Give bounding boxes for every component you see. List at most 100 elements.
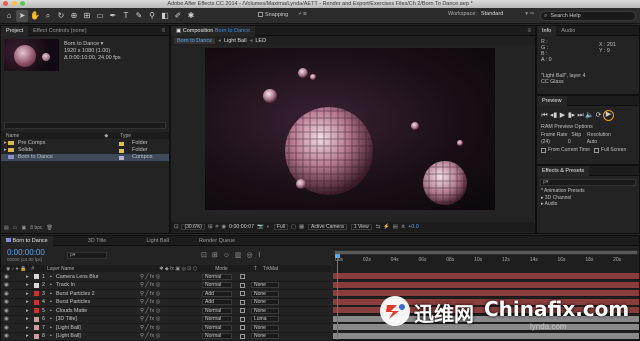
- blend-mode-dropdown[interactable]: Add: [202, 290, 232, 297]
- work-area-bar[interactable]: [333, 250, 639, 255]
- label-color-swatch[interactable]: [34, 316, 39, 322]
- disclosure-triangle-icon[interactable]: ▸: [26, 315, 31, 324]
- rectangle-tool-icon[interactable]: ▭: [94, 10, 106, 22]
- play-pause-icon[interactable]: ▶: [558, 111, 567, 120]
- timeline-icon[interactable]: ▤: [393, 224, 398, 230]
- tab-audio[interactable]: Audio: [556, 26, 580, 36]
- mask-icon[interactable]: ◉: [221, 224, 226, 230]
- loop-icon[interactable]: ⟳: [594, 111, 603, 120]
- bpc-toggle[interactable]: 8 bpc: [30, 225, 42, 231]
- new-folder-icon[interactable]: ▭: [13, 225, 18, 231]
- tab-effect-controls[interactable]: Effect Controls (none): [28, 26, 91, 36]
- preserve-transparency-checkbox[interactable]: [240, 299, 245, 305]
- list-item[interactable]: ▸ Audio: [541, 201, 639, 208]
- motion-blur-icon[interactable]: ◎: [247, 251, 253, 259]
- blend-mode-dropdown[interactable]: Normal: [202, 282, 232, 289]
- full-screen-checkbox[interactable]: [593, 147, 599, 153]
- tab-render-queue[interactable]: Render Queue: [194, 236, 240, 246]
- track-matte-dropdown[interactable]: None: [251, 307, 279, 314]
- layer-duration-bar[interactable]: [333, 281, 639, 289]
- layer-name[interactable]: [3D Title]: [56, 315, 140, 324]
- breadcrumb-born-to-dance[interactable]: Born to Dance: [174, 37, 216, 44]
- search-help-field[interactable]: ⌕ Search Help: [540, 11, 636, 21]
- always-preview-icon[interactable]: ⊡: [174, 224, 178, 230]
- panel-menu-icon[interactable]: ≡: [161, 28, 165, 34]
- time-ruler[interactable]: 00s 02s 04s 06s 08s 10s 12s 14s 16s 18s 20s: [333, 256, 639, 264]
- layer-name[interactable]: Track In: [56, 281, 140, 290]
- flowchart-icon[interactable]: ⋔: [401, 224, 405, 230]
- track-matte-dropdown[interactable]: None: [251, 282, 279, 289]
- label-color-swatch[interactable]: [34, 308, 39, 314]
- snapping-checkbox[interactable]: [258, 12, 263, 17]
- tab-preview[interactable]: Preview: [537, 95, 567, 106]
- preserve-transparency-checkbox[interactable]: [240, 308, 245, 314]
- blend-mode-dropdown[interactable]: Normal: [202, 333, 232, 340]
- tab-light-ball[interactable]: Light Ball: [141, 236, 174, 246]
- label-color-swatch[interactable]: [119, 141, 124, 146]
- resolution-value-dropdown[interactable]: Auto: [587, 139, 597, 145]
- preserve-transparency-checkbox[interactable]: [240, 291, 245, 297]
- puppet-tool-icon[interactable]: ✱: [185, 10, 197, 22]
- tab-info[interactable]: Info: [537, 25, 557, 36]
- col-name-header[interactable]: Name: [6, 133, 19, 139]
- brush-tool-icon[interactable]: ✎: [133, 10, 145, 22]
- preserve-transparency-checkbox[interactable]: [240, 282, 245, 288]
- col-type-header[interactable]: Type: [120, 133, 131, 139]
- layer-switches[interactable]: ⚲ ╱ fx ◎: [140, 315, 202, 324]
- track-matte-dropdown[interactable]: None: [251, 299, 279, 306]
- last-frame-icon[interactable]: ⏭: [576, 111, 585, 120]
- blend-mode-dropdown[interactable]: Normal: [202, 307, 232, 314]
- table-row[interactable]: ◉ ▸ 8 ▪ [Light Ball] ⚲ ╱ fx ◎ Normal Non…: [1, 333, 331, 341]
- pan-behind-tool-icon[interactable]: ⊞: [81, 10, 93, 22]
- track-matte-dropdown[interactable]: Luma: [251, 316, 279, 323]
- layer-name[interactable]: Camera Lens Blur: [56, 273, 140, 282]
- camera-tool-icon[interactable]: ⊕: [68, 10, 80, 22]
- ram-preview-icon[interactable]: ▶: [603, 110, 614, 121]
- region-of-interest-icon[interactable]: ▢: [291, 224, 296, 230]
- comp-viewer[interactable]: [205, 48, 495, 210]
- layer-name[interactable]: [Light Ball]: [56, 324, 140, 333]
- video-visibility-icon[interactable]: ◉: [4, 290, 10, 299]
- layer-switches[interactable]: ⚲ ╱ fx ◎: [140, 273, 202, 282]
- current-time-display[interactable]: 0:00:00:07: [229, 224, 254, 230]
- selection-tool-icon[interactable]: ➤: [16, 9, 28, 22]
- disclosure-triangle-icon[interactable]: ▸: [4, 147, 7, 153]
- workspace-dropdown[interactable]: Standard: [481, 11, 503, 17]
- preserve-transparency-checkbox[interactable]: [240, 316, 245, 322]
- current-time-indicator[interactable]: [337, 256, 338, 340]
- comp-mini-flowchart-icon[interactable]: ⊡: [201, 251, 207, 259]
- tab-effects-presets[interactable]: Effects & Presets: [537, 165, 590, 176]
- list-item[interactable]: ▸ Born to Dance Compos: [1, 154, 169, 161]
- tab-3d-title[interactable]: 3D Title: [83, 236, 112, 246]
- resolution-dropdown[interactable]: Full: [273, 224, 288, 230]
- preserve-transparency-checkbox[interactable]: [240, 333, 245, 339]
- pen-tool-icon[interactable]: ✒: [107, 10, 119, 22]
- disclosure-triangle-icon[interactable]: ▸: [26, 324, 31, 333]
- video-visibility-icon[interactable]: ◉: [4, 307, 10, 316]
- roto-brush-tool-icon[interactable]: ✐: [172, 10, 184, 22]
- list-item[interactable]: ▸ Solids Folder: [1, 147, 169, 154]
- camera-dropdown[interactable]: Active Camera: [307, 224, 347, 230]
- snapping-options-icon[interactable]: ⌿ ⊠: [298, 11, 306, 18]
- zoom-dropdown[interactable]: (30.6%): [181, 224, 205, 230]
- layer-name[interactable]: Burst Particles 2: [56, 290, 140, 299]
- blend-mode-dropdown[interactable]: Normal: [202, 316, 232, 323]
- zoom-tool-icon[interactable]: ⌕: [42, 10, 54, 22]
- layer-switches[interactable]: ⚲ ╱ fx ◎: [140, 298, 202, 307]
- track-matte-dropdown[interactable]: None: [251, 333, 279, 340]
- search-help-input[interactable]: Search Help: [550, 13, 580, 19]
- workspace-menu-icon[interactable]: ▾ ⇒: [525, 11, 534, 17]
- previous-frame-icon[interactable]: ◂▮: [549, 111, 558, 120]
- grid-icon[interactable]: ⊞: [208, 224, 212, 230]
- draft-3d-icon[interactable]: ⊞: [212, 251, 218, 259]
- label-color-swatch[interactable]: [34, 282, 39, 288]
- delete-icon[interactable]: 🗑: [46, 225, 52, 231]
- frame-rate-dropdown[interactable]: (24): [541, 139, 550, 145]
- blend-mode-dropdown[interactable]: Add: [202, 299, 232, 306]
- show-channel-icon[interactable]: ◐: [267, 224, 270, 230]
- tab-born-to-dance[interactable]: Born to Dance: [1, 235, 53, 246]
- layer-name[interactable]: [Light Ball]: [56, 332, 140, 341]
- breadcrumb-light-ball[interactable]: Light Ball: [224, 38, 247, 44]
- layer-switches[interactable]: ⚲ ╱ fx ◎: [140, 281, 202, 290]
- disclosure-triangle-icon[interactable]: ▸: [26, 281, 31, 290]
